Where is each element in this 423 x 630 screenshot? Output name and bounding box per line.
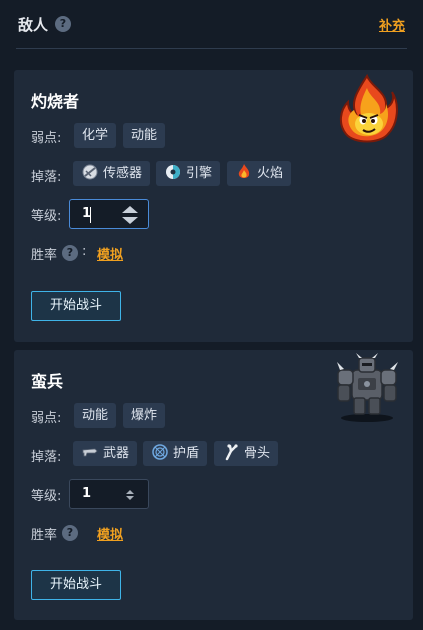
stepper-down-icon[interactable] — [122, 217, 138, 224]
winrate-label: 胜率 — [31, 248, 58, 263]
weakness-tag-chemical: 化学 — [74, 123, 117, 148]
level-value: 1 — [82, 486, 92, 501]
weakness-tag-kinetic: 动能 — [74, 403, 117, 428]
drop-tag-flame: 火焰 — [227, 161, 292, 186]
simulate-link[interactable]: 模拟 — [97, 524, 123, 543]
drops-label: 掉落: — [31, 450, 62, 465]
armored-brute-image — [337, 353, 398, 422]
drop-tag-shield: 护盾 — [143, 441, 208, 466]
level-stepper[interactable] — [120, 205, 140, 225]
supplement-link[interactable]: 补充 — [379, 15, 405, 34]
start-battle-button[interactable]: 开始战斗 — [31, 291, 121, 321]
drop-label: 火焰 — [257, 166, 284, 181]
level-input[interactable]: 1 — [69, 199, 149, 229]
drop-label: 护盾 — [173, 446, 200, 461]
winrate-help-icon[interactable]: ? — [62, 245, 78, 261]
page-title: 敌人 — [18, 16, 49, 34]
level-input[interactable]: 1 — [69, 479, 149, 509]
weakness-tag-kinetic: 动能 — [123, 123, 166, 148]
stepper-down-icon[interactable] — [126, 496, 134, 500]
stepper-up-icon[interactable] — [122, 206, 138, 213]
drop-tag-sensor: 传感器 — [73, 161, 151, 186]
shield-icon — [152, 444, 168, 460]
enemy-card-brute: 蛮兵 弱点: 动能 爆炸 掉落: 武器 护盾 骨头 等级: 1 胜率 ? 模拟 … — [14, 350, 413, 620]
drop-tag-bone: 骨头 — [214, 441, 279, 466]
engine-icon — [166, 165, 180, 179]
enemy-name: 蛮兵 — [31, 372, 64, 391]
text-cursor — [90, 207, 91, 223]
fire-creature-image — [340, 74, 398, 143]
bone-icon — [225, 444, 238, 461]
flame-icon — [238, 164, 250, 178]
level-label: 等级: — [31, 489, 62, 504]
drop-label: 骨头 — [244, 446, 271, 461]
weakness-label: 弱点: — [31, 131, 62, 146]
sensor-icon — [82, 164, 98, 180]
simulate-link[interactable]: 模拟 — [97, 244, 123, 263]
weakness-label: 弱点: — [31, 411, 62, 426]
stepper-up-icon[interactable] — [126, 490, 134, 494]
drop-label: 传感器 — [103, 166, 143, 181]
weapon-icon — [82, 448, 98, 457]
weakness-tag-explosive: 爆炸 — [123, 403, 166, 428]
winrate-label: 胜率 — [31, 528, 58, 543]
drops-label: 掉落: — [31, 170, 62, 185]
drop-tag-engine: 引擎 — [156, 161, 221, 186]
drop-label: 引擎 — [186, 166, 213, 181]
winrate-help-icon[interactable]: ? — [62, 525, 78, 541]
drop-label: 武器 — [103, 446, 130, 461]
level-label: 等级: — [31, 209, 62, 224]
header-divider — [16, 48, 407, 49]
enemy-name: 灼烧者 — [31, 92, 80, 111]
enemy-card-burner: 灼烧者 弱点: 化学 动能 掉落: 传感器 引擎 火焰 等级: 1 胜率 ?:… — [14, 70, 413, 342]
drop-tag-weapon: 武器 — [73, 441, 138, 466]
enemies-header: 敌人 ? 补充 — [0, 0, 423, 50]
level-stepper[interactable] — [120, 485, 140, 505]
help-icon[interactable]: ? — [55, 16, 71, 32]
winrate-colon: : — [82, 244, 87, 259]
start-battle-button[interactable]: 开始战斗 — [31, 570, 121, 600]
